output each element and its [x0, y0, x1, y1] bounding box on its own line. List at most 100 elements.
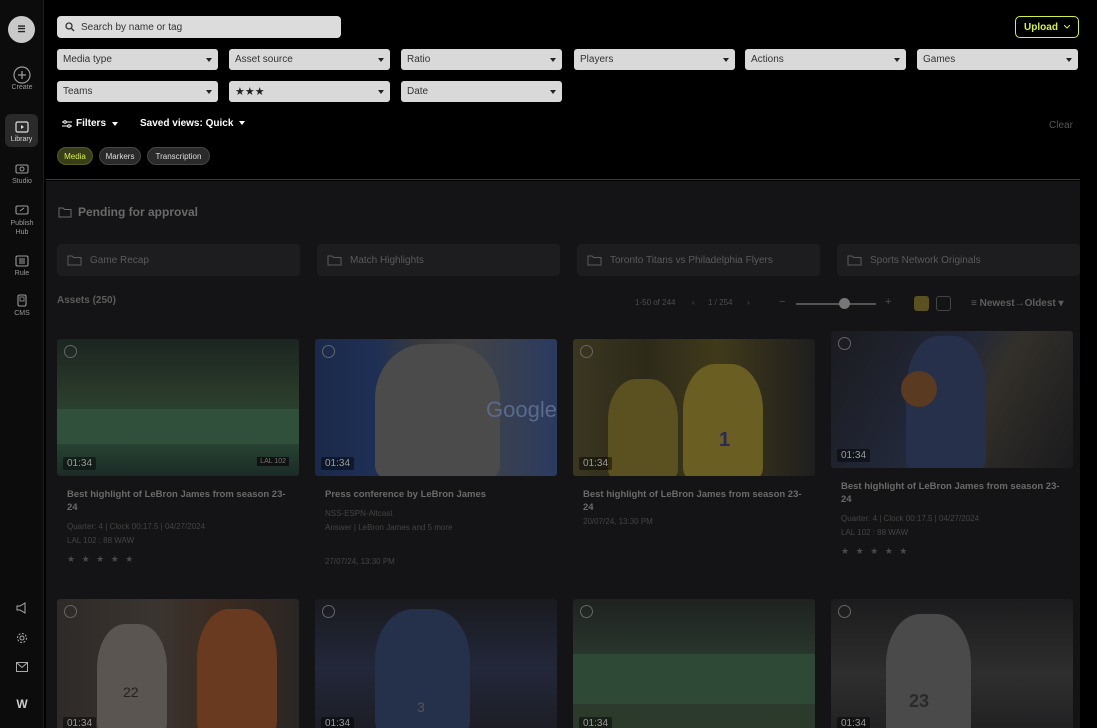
asset-thumbnail[interactable]: 22 01:34 — [57, 599, 299, 728]
duration-badge: 01:34 — [837, 717, 871, 728]
filter-label: Ratio — [407, 54, 431, 65]
asset-meta: LAL 102 : 88 WAW — [841, 528, 909, 537]
asset-meta: Answer | LeBron James and 5 more — [325, 523, 453, 532]
megaphone-icon[interactable] — [0, 602, 44, 614]
scorebug: LAL 102 — [257, 457, 289, 466]
media-type-icon — [838, 605, 851, 618]
jersey-number: 1 — [719, 429, 731, 451]
clear-button[interactable]: Clear — [1049, 120, 1073, 131]
folder-icon — [67, 255, 82, 265]
filter-ratio[interactable]: Ratio — [401, 49, 562, 70]
filter-label: Media type — [63, 54, 112, 65]
caret-down-icon — [550, 57, 556, 62]
folder-card[interactable]: Match Highlights — [317, 244, 560, 276]
filter-teams[interactable]: Teams — [57, 81, 218, 102]
folder-icon — [847, 255, 862, 265]
media-type-icon — [322, 605, 335, 618]
media-type-icon — [580, 345, 593, 358]
sidebar-item-label: Create — [11, 84, 33, 91]
zoom-slider-handle[interactable] — [839, 298, 850, 309]
asset-card[interactable]: 1 01:34 Best highlight of LeBron James f… — [573, 339, 815, 529]
filter-actions[interactable]: Actions — [745, 49, 906, 70]
zoom-out-icon[interactable]: − — [779, 296, 785, 308]
asset-thumbnail[interactable]: 01:34 — [831, 331, 1073, 468]
caret-down-icon — [378, 89, 384, 94]
filter-asset-source[interactable]: Asset source — [229, 49, 390, 70]
rating-stars[interactable]: ★ ★ ★ ★ ★ — [831, 546, 1073, 557]
tab-markers[interactable]: Markers — [99, 147, 141, 165]
zoom-slider[interactable] — [796, 303, 876, 305]
gear-icon[interactable] — [0, 632, 44, 644]
sort-dropdown[interactable]: ≡ Newest→Oldest ▾ — [971, 298, 1064, 309]
chevron-down-icon — [1063, 25, 1070, 29]
duration-badge: 01:34 — [579, 717, 613, 728]
rating-stars[interactable]: ★ ★ ★ ★ ★ — [57, 554, 299, 565]
asset-thumbnail[interactable]: 3 01:34 — [315, 599, 557, 728]
filter-label: Date — [407, 86, 429, 97]
asset-card[interactable]: 01:34 — [573, 599, 815, 728]
asset-card[interactable]: 23 01:34 — [831, 599, 1073, 728]
brand-logo[interactable]: ☰ — [8, 16, 35, 43]
filter-label: Players — [580, 54, 614, 65]
pending-header: Pending for approval — [58, 205, 198, 219]
asset-thumbnail[interactable]: 01:34 — [573, 599, 815, 728]
asset-title: Best highlight of LeBron James from seas… — [583, 489, 802, 513]
asset-card[interactable]: 22 01:34 — [57, 599, 299, 728]
asset-card[interactable]: 3 01:34 — [315, 599, 557, 728]
asset-thumbnail[interactable]: 23 01:34 — [831, 599, 1073, 728]
pagination-range: 1-50 of 244 — [635, 298, 676, 307]
sidebar-item-create[interactable]: Create — [0, 66, 44, 91]
tab-transcription[interactable]: Transcription — [147, 147, 210, 165]
asset-thumbnail[interactable]: Google 01:34 — [315, 339, 557, 476]
filter-date[interactable]: Date — [401, 81, 562, 102]
prev-page-icon[interactable]: ‹ — [692, 298, 695, 307]
player-figure — [97, 624, 167, 728]
upload-button[interactable]: Upload — [1015, 16, 1079, 38]
folder-label: Match Highlights — [350, 254, 424, 266]
filter-rating[interactable]: ★★★ — [229, 81, 390, 102]
asset-thumbnail[interactable]: LAL 102 01:34 — [57, 339, 299, 476]
sidebar-item-rule[interactable]: Rule — [0, 252, 44, 277]
duration-badge: 01:34 — [63, 457, 97, 470]
folder-card[interactable]: Game Recap — [57, 244, 300, 276]
filters-button[interactable]: Filters — [62, 118, 119, 129]
folder-icon — [587, 255, 602, 265]
asset-thumbnail[interactable]: 1 01:34 — [573, 339, 815, 476]
sidebar-item-publish-hub[interactable]: Publish Hub — [0, 201, 44, 237]
tile-view-button[interactable] — [936, 296, 951, 311]
zoom-in-icon[interactable]: + — [885, 296, 891, 308]
folder-card[interactable]: Sports Network Originals — [837, 244, 1080, 276]
tab-media[interactable]: Media — [57, 147, 93, 165]
duration-badge: 01:34 — [321, 457, 355, 470]
sort-label: Newest→Oldest — [979, 298, 1056, 309]
pending-title: Pending for approval — [78, 205, 199, 219]
caret-down-icon — [894, 57, 900, 62]
filter-media-type[interactable]: Media type — [57, 49, 218, 70]
caret-down-icon — [1066, 57, 1072, 62]
sidebar-item-cms[interactable]: CMS — [0, 292, 44, 317]
asset-date: 27/07/24, 13:30 PM — [325, 557, 395, 566]
saved-views-button[interactable]: Saved views: Quick — [140, 118, 246, 129]
mail-icon[interactable] — [0, 662, 44, 672]
folder-card[interactable]: Toronto Titans vs Philadelphia Flyers — [577, 244, 820, 276]
upload-label: Upload — [1024, 21, 1058, 33]
basketball — [901, 371, 937, 407]
duration-badge: 01:34 — [579, 457, 613, 470]
folder-icon — [327, 255, 342, 265]
filters-label: Filters — [76, 118, 107, 129]
asset-meta: Quarter: 4 | Clock 00:17.5 | 04/27/2024 — [841, 514, 980, 523]
filter-label: Games — [923, 54, 956, 65]
search-placeholder: Search by name or tag — [81, 21, 183, 33]
asset-title: Best highlight of LeBron James from seas… — [841, 481, 1060, 505]
search-input[interactable]: Search by name or tag — [57, 16, 341, 38]
jersey-number: 3 — [417, 699, 425, 715]
filter-players[interactable]: Players — [574, 49, 735, 70]
grid-view-button[interactable] — [914, 296, 929, 311]
asset-card[interactable]: LAL 102 01:34 Best highlight of LeBron J… — [57, 339, 299, 565]
next-page-icon[interactable]: › — [747, 298, 750, 307]
asset-card[interactable]: 01:34 Best highlight of LeBron James fro… — [831, 331, 1073, 557]
filter-games[interactable]: Games — [917, 49, 1078, 70]
sidebar-item-studio[interactable]: Studio — [0, 160, 44, 185]
sidebar-item-library[interactable]: Library — [5, 114, 38, 147]
asset-card[interactable]: Google 01:34 Press conference by LeBron … — [315, 339, 557, 566]
